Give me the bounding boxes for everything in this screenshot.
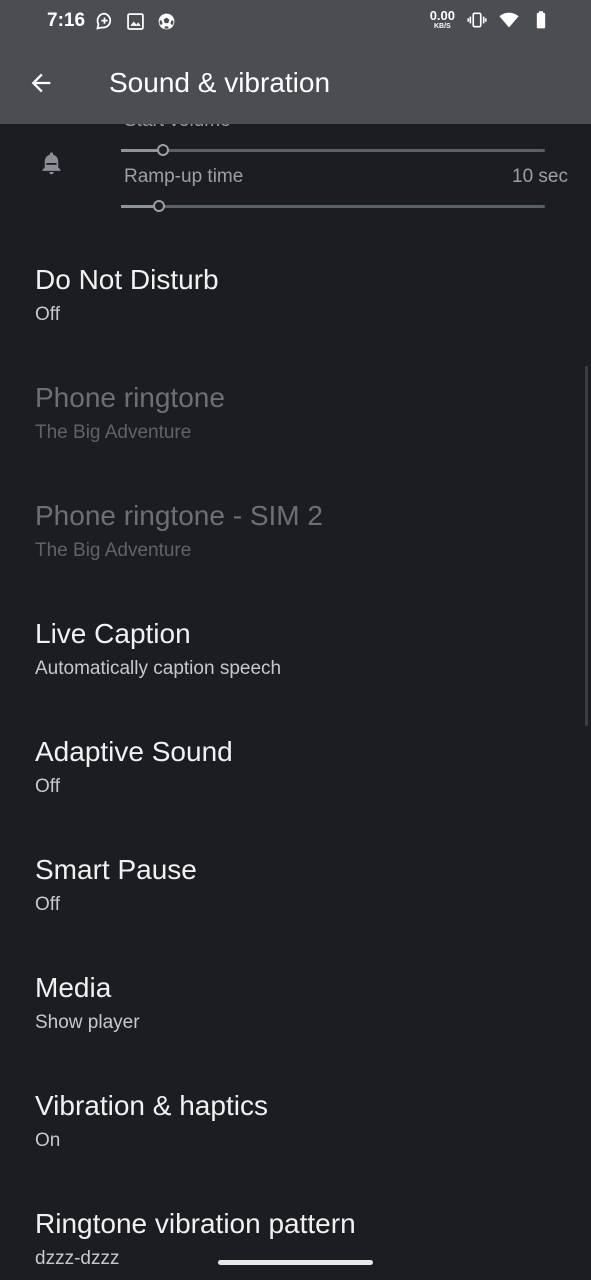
pref-media[interactable]: Media Show player	[35, 970, 575, 1034]
slider-thumb[interactable]	[153, 200, 165, 212]
pref-title: Vibration & haptics	[35, 1090, 268, 1121]
slider-track	[121, 149, 545, 152]
slider-fill	[121, 149, 157, 152]
settings-list[interactable]: Start volume Ramp-up time 10 sec Do Not …	[0, 0, 591, 1280]
ramp-up-time-value: 10 sec	[512, 166, 568, 187]
page-title: Sound & vibration	[109, 67, 331, 98]
pref-title: Phone ringtone - SIM 2	[35, 500, 323, 531]
pref-summary: Off	[35, 304, 60, 325]
pref-title: Smart Pause	[35, 854, 197, 885]
ramp-up-time-slider[interactable]	[121, 199, 545, 213]
pref-summary: Show player	[35, 1012, 140, 1033]
pref-title: Adaptive Sound	[35, 736, 233, 767]
image-icon	[127, 13, 144, 30]
slider-fill	[121, 205, 153, 208]
network-speed-value: 0.00	[429, 8, 455, 23]
pref-title: Phone ringtone	[35, 382, 225, 413]
pref-live-caption[interactable]: Live Caption Automatically caption speec…	[35, 616, 575, 680]
status-bar: 7:16 0.00 KB/S	[0, 0, 591, 42]
pref-summary: Automatically caption speech	[35, 658, 282, 679]
notification-icons	[94, 11, 177, 32]
back-button[interactable]	[22, 64, 60, 102]
pref-summary: Off	[35, 776, 60, 797]
app-bar: Sound & vibration	[0, 42, 591, 124]
bell-ring-icon	[42, 152, 61, 175]
slider-thumb[interactable]	[157, 144, 169, 156]
pref-vibration-haptics[interactable]: Vibration & haptics On	[35, 1088, 575, 1152]
wifi-icon	[499, 12, 519, 27]
network-speed-unit: KB/S	[433, 23, 451, 30]
pref-phone-ringtone-sim2: Phone ringtone - SIM 2 The Big Adventure	[35, 498, 575, 562]
pref-smart-pause[interactable]: Smart Pause Off	[35, 852, 575, 916]
pref-do-not-disturb[interactable]: Do Not Disturb Off	[35, 262, 575, 326]
pref-title: Do Not Disturb	[35, 264, 219, 295]
chat-plus-icon	[96, 12, 112, 30]
pref-adaptive-sound[interactable]: Adaptive Sound Off	[35, 734, 575, 798]
slider-track	[121, 205, 545, 208]
arrow-back-icon	[31, 73, 51, 93]
ramp-up-time-label: Ramp-up time	[124, 166, 244, 187]
pref-title: Ringtone vibration pattern	[35, 1208, 356, 1239]
header: 7:16 0.00 KB/S Sound & vibration	[0, 0, 591, 124]
gesture-nav-handle[interactable]	[218, 1260, 373, 1265]
soccer-ball-icon	[158, 13, 175, 30]
pref-title: Media	[35, 972, 112, 1003]
pref-phone-ringtone: Phone ringtone The Big Adventure	[35, 380, 575, 444]
pref-summary: The Big Adventure	[35, 540, 192, 561]
network-speed: 0.00 KB/S	[430, 9, 455, 30]
pref-summary: On	[35, 1130, 61, 1151]
start-volume-slider[interactable]	[121, 143, 545, 157]
pref-summary: Off	[35, 894, 60, 915]
sound-settings-screen: Start volume Ramp-up time 10 sec Do Not …	[0, 0, 591, 1280]
pref-summary: dzzz-dzzz	[35, 1248, 120, 1269]
vibrate-icon	[467, 12, 487, 27]
battery-icon	[536, 10, 546, 28]
pref-title: Live Caption	[35, 618, 191, 649]
status-time: 7:16	[47, 10, 86, 31]
scrollbar[interactable]	[585, 366, 588, 726]
pref-summary: The Big Adventure	[35, 422, 192, 443]
system-icons: 0.00 KB/S	[430, 9, 551, 30]
